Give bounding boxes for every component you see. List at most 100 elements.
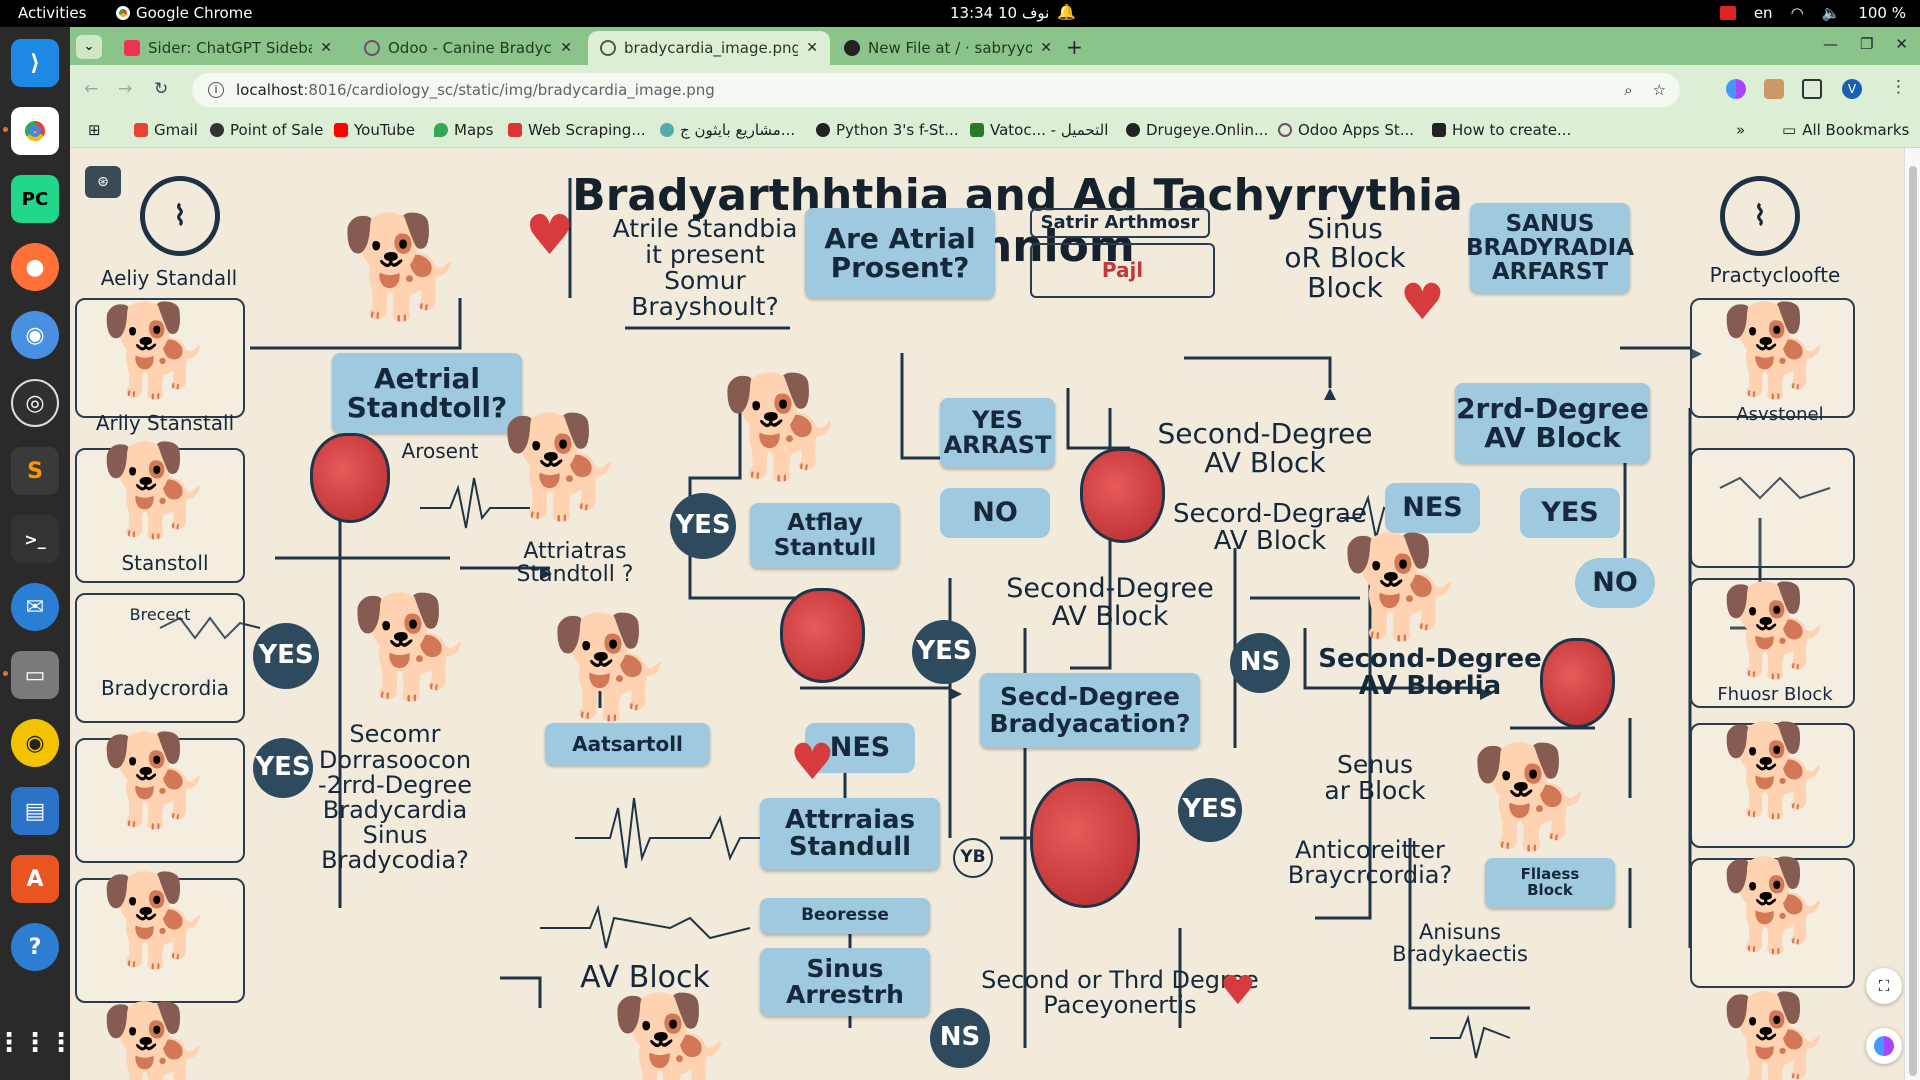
bookmark-web-scraping[interactable]: Web Scraping... — [508, 121, 646, 139]
back-button[interactable]: ← — [84, 79, 98, 99]
node-aetrial-standtoll: Aetrial Standtoll? — [332, 353, 522, 433]
chrome-icon[interactable] — [3, 107, 59, 155]
apps-grid-icon[interactable]: ⊞ — [88, 121, 101, 139]
bookmark-vatoc[interactable]: Vatoc... - التحميل — [970, 121, 1108, 139]
node-flaess: Fllaess Block — [1485, 858, 1615, 908]
sublime-icon[interactable]: S — [11, 447, 59, 495]
rhythmbox-icon[interactable]: ◉ — [11, 719, 59, 767]
chrome-menu-icon[interactable]: ⋮ — [1890, 77, 1907, 97]
bookmark-drugeye[interactable]: Drugeye.Onlin... — [1126, 121, 1268, 139]
dog-icon: 🐕 — [100, 998, 213, 1080]
system-top-bar: Activities Google Chrome 13:34 نوف 10 🔔 … — [0, 0, 1920, 27]
gmail-icon — [134, 123, 148, 137]
vscode-icon[interactable]: ⟩ — [11, 39, 59, 87]
node-satrir: Satrir Arthmosr — [1030, 208, 1210, 238]
new-tab-button[interactable]: + — [1066, 35, 1083, 59]
app-menu[interactable]: Google Chrome — [116, 4, 253, 22]
extensions-puzzle-icon[interactable] — [1802, 79, 1822, 99]
volume-icon[interactable]: 🔈 — [1822, 4, 1841, 22]
image-viewer-badge-icon[interactable]: ⊛ — [85, 166, 121, 198]
tab-github-new-file[interactable]: New File at / · sabryyoussef✕ — [832, 31, 1064, 65]
bradycardia-flowchart-image: Bradyarthhthia and Ad Tachyrrythia Alghn… — [70, 148, 1865, 1080]
vertical-scrollbar[interactable] — [1904, 148, 1920, 1080]
bookmarks-overflow-icon[interactable]: » — [1736, 121, 1745, 139]
dog-icon: 🐕 — [610, 988, 735, 1080]
dog-icon: 🐕 — [1340, 528, 1465, 645]
thunderbird-icon[interactable]: ✉ — [11, 583, 59, 631]
node-sanus-brady: SANUS BRADYRADIA ARFARST — [1466, 203, 1634, 293]
firefox-icon[interactable]: ● — [11, 243, 59, 291]
node-anticoreitter: Anticoreitter Braycrcordia? — [1287, 835, 1453, 889]
close-window-icon[interactable]: ✕ — [1895, 35, 1908, 53]
pycharm-icon[interactable]: PC — [11, 175, 59, 223]
tab-odoo[interactable]: Odoo - Canine Bradycardia✕ — [352, 31, 584, 65]
bookmark-how-to-create[interactable]: How to create... — [1432, 121, 1571, 139]
help-icon[interactable]: ? — [11, 923, 59, 971]
bookmark-gmail[interactable]: Gmail — [134, 121, 198, 139]
label-left-2: Arlly Stanstall — [95, 410, 235, 435]
node-beorese: Beoresse — [760, 898, 930, 934]
close-tab-icon[interactable]: ✕ — [806, 40, 818, 56]
screen-record-icon[interactable] — [1719, 6, 1736, 20]
language-indicator[interactable]: en — [1754, 4, 1773, 22]
node-second-degree-3: Second-Degree AV Block — [1006, 572, 1214, 632]
dog-icon: 🐕 — [100, 438, 213, 543]
vatoc-icon — [970, 123, 984, 137]
app-center-icon[interactable]: A — [11, 855, 59, 903]
wifi-icon[interactable]: ◠ — [1791, 4, 1804, 22]
label-right-1: Practycloofte — [1709, 262, 1841, 287]
site-icon — [1432, 123, 1446, 137]
sider-extension-icon[interactable] — [1726, 79, 1746, 99]
stopwatch-icon: ⌇ — [140, 176, 220, 256]
bookmark-star-icon[interactable]: ☆ — [1653, 81, 1666, 99]
bookmark-maps[interactable]: Maps — [434, 121, 493, 139]
zoom-icon[interactable]: ⌕ — [1624, 81, 1632, 99]
tab-favicon-icon — [364, 40, 380, 56]
dog-icon: 🐕 — [1470, 738, 1595, 855]
clock[interactable]: 13:34 نوف 10 — [950, 4, 1049, 22]
tab-search-button[interactable]: ⌄ — [76, 35, 102, 59]
obs-icon[interactable]: ◎ — [11, 379, 59, 427]
node-sinus-arrest: Sinus Arrestrh — [760, 948, 930, 1016]
terminal-icon[interactable]: >_ — [11, 515, 59, 563]
tab-favicon-icon — [124, 40, 140, 56]
apps-grid-icon[interactable]: ⋮⋮⋮ — [0, 1019, 74, 1067]
node-pajl: Pajl — [1030, 243, 1215, 298]
bookmark-odoo-apps[interactable]: Odoo Apps St... — [1278, 121, 1414, 139]
reload-button[interactable]: ↻ — [154, 79, 168, 99]
scrollbar-thumb[interactable] — [1909, 166, 1917, 1076]
notification-bell-icon[interactable]: 🔔 — [1057, 3, 1076, 21]
site-info-icon[interactable]: i — [208, 82, 224, 98]
node-anisuns: Anisuns Bradykaectis — [1392, 919, 1528, 966]
tab-sider[interactable]: Sider: ChatGPT Sidebar +✕ — [112, 31, 344, 65]
close-tab-icon[interactable]: ✕ — [1040, 40, 1052, 56]
close-tab-icon[interactable]: ✕ — [560, 40, 572, 56]
dog-icon: 🐕 — [1720, 988, 1833, 1080]
node-no-1: NO — [940, 488, 1050, 538]
restore-icon[interactable]: ❐ — [1860, 35, 1873, 53]
address-bar[interactable]: i localhost:8016/cardiology_sc/static/im… — [192, 73, 1680, 107]
screenshot-tool-icon[interactable]: ⛶ — [1866, 968, 1902, 1004]
node-atriatras: Attriatras Standtoll ? — [516, 538, 634, 587]
forward-button[interactable]: → — [118, 79, 132, 99]
profile-avatar[interactable]: V — [1842, 79, 1862, 99]
sider-assistant-icon[interactable] — [1866, 1028, 1902, 1064]
extension-icon[interactable] — [1764, 79, 1784, 99]
activities-button[interactable]: Activities — [18, 4, 86, 22]
all-bookmarks-folder[interactable]: ▭ All Bookmarks — [1782, 121, 1909, 139]
tab-bradycardia-image[interactable]: bradycardia_image.png (✕ — [588, 31, 830, 65]
app-name: Google Chrome — [136, 4, 253, 22]
bookmark-python-projects[interactable]: مشاريع بايثون ج... — [660, 121, 795, 139]
bookmark-youtube[interactable]: YouTube — [334, 121, 415, 139]
close-tab-icon[interactable]: ✕ — [320, 40, 332, 56]
bookmark-pos[interactable]: Point of Sale — [210, 121, 323, 139]
minimize-icon[interactable]: — — [1823, 35, 1838, 53]
writer-icon[interactable]: ▤ — [11, 787, 59, 835]
files-icon[interactable]: ▭ — [3, 651, 59, 699]
globe-icon — [600, 40, 616, 56]
chromium-icon[interactable]: ◉ — [11, 311, 59, 359]
battery-status[interactable]: 100 % — [1858, 4, 1906, 22]
bookmark-python-fstrings[interactable]: Python 3's f-St... — [816, 121, 959, 139]
ecg-panel — [1690, 448, 1855, 568]
maps-icon — [434, 123, 448, 137]
